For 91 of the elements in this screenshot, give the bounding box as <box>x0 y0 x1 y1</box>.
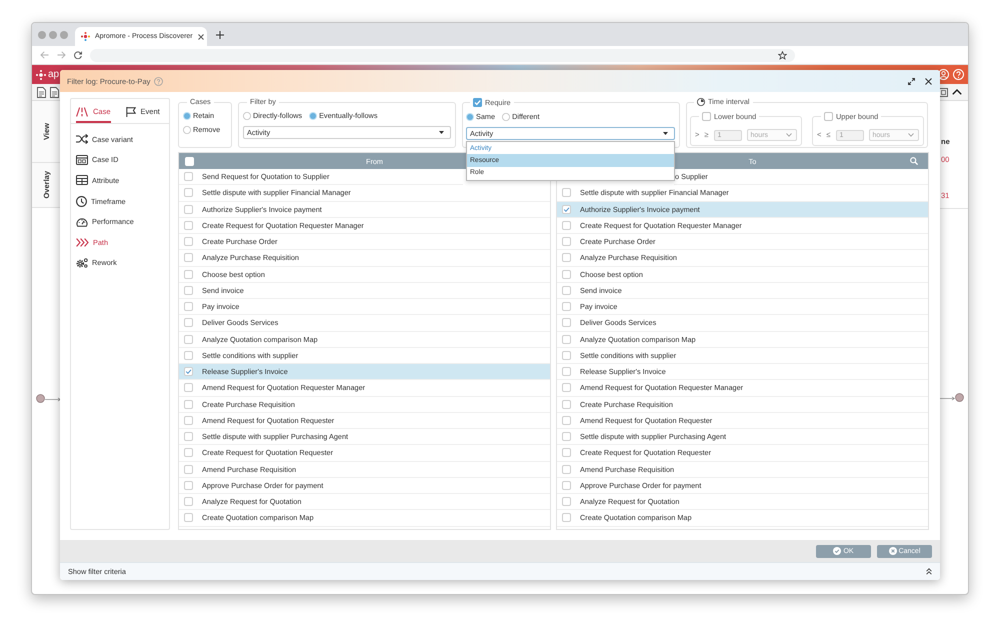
help-icon[interactable] <box>154 76 164 86</box>
clock-icon <box>76 196 87 207</box>
checkbox[interactable] <box>562 286 571 295</box>
checkbox[interactable] <box>184 367 193 376</box>
checkbox[interactable] <box>562 432 571 442</box>
chevron-down-icon <box>786 133 792 137</box>
checkbox[interactable] <box>184 497 193 506</box>
checkbox[interactable] <box>562 204 571 214</box>
checkbox[interactable] <box>184 513 193 522</box>
radio-button[interactable] <box>466 113 474 121</box>
address-field[interactable] <box>90 48 795 62</box>
checkbox[interactable] <box>184 286 193 295</box>
plus-icon[interactable] <box>216 30 224 38</box>
chevron-up-icon[interactable] <box>952 89 962 95</box>
checkbox[interactable] <box>184 416 193 425</box>
checkbox[interactable] <box>184 464 193 474</box>
gears-icon <box>76 258 88 268</box>
reload-icon[interactable] <box>74 51 82 59</box>
checkbox[interactable] <box>184 350 193 360</box>
checkbox[interactable] <box>184 156 194 166</box>
check-circle-icon <box>833 547 842 555</box>
checkbox[interactable] <box>184 302 193 312</box>
chevrons-icon <box>76 238 89 247</box>
checkbox[interactable] <box>562 400 571 409</box>
checkbox[interactable] <box>562 270 571 279</box>
checkbox[interactable] <box>562 334 571 344</box>
checkbox[interactable] <box>184 220 193 230</box>
graph-edge <box>939 396 955 401</box>
radio-button[interactable] <box>502 113 510 121</box>
checkbox[interactable] <box>184 172 193 182</box>
close-icon[interactable] <box>925 78 932 84</box>
radio-button[interactable] <box>183 112 191 120</box>
checkbox[interactable] <box>562 188 571 198</box>
checkbox[interactable] <box>184 188 193 198</box>
graph-node <box>36 394 45 403</box>
checkbox[interactable] <box>562 513 571 522</box>
table-icon <box>76 175 88 186</box>
checkbox[interactable] <box>562 302 571 312</box>
favicon-icon <box>81 32 90 41</box>
checkbox[interactable] <box>184 334 193 344</box>
graph-edge <box>45 397 61 402</box>
checkbox[interactable] <box>184 480 193 490</box>
checkbox[interactable] <box>562 464 571 474</box>
search-icon[interactable] <box>910 157 918 165</box>
flag-icon <box>126 106 136 116</box>
caret-icon <box>439 131 444 134</box>
checkbox[interactable] <box>184 448 193 458</box>
checkbox[interactable] <box>562 237 571 246</box>
radio-button[interactable] <box>309 112 318 120</box>
checkbox[interactable] <box>562 367 571 376</box>
forward-arrow-icon[interactable] <box>57 51 66 59</box>
double-chevron-up-icon[interactable] <box>926 568 932 575</box>
logo-text: ap <box>48 68 60 80</box>
checkbox[interactable] <box>562 416 571 425</box>
document-icon[interactable] <box>37 86 46 98</box>
logo-icon <box>36 70 46 80</box>
graph-node <box>955 393 964 402</box>
star-icon[interactable] <box>778 50 787 60</box>
checkbox[interactable] <box>184 432 193 442</box>
gauge-icon <box>76 216 88 227</box>
checkbox[interactable] <box>184 237 193 246</box>
document-icon[interactable] <box>50 86 59 98</box>
road-icon <box>76 106 88 116</box>
checkbox[interactable] <box>562 383 571 392</box>
checkbox[interactable] <box>184 318 193 328</box>
radio-button[interactable] <box>183 126 191 134</box>
checkbox[interactable] <box>184 400 193 409</box>
checkbox[interactable] <box>184 383 193 392</box>
checkbox[interactable] <box>562 497 571 506</box>
checkbox[interactable] <box>562 318 571 328</box>
user-icon[interactable] <box>938 69 949 80</box>
back-arrow-icon[interactable] <box>40 51 49 59</box>
chevron-down-icon <box>908 133 914 137</box>
checkbox[interactable] <box>562 253 571 262</box>
caret-icon <box>663 132 668 135</box>
shuffle-icon <box>76 134 88 144</box>
panel-icon[interactable] <box>939 88 948 96</box>
checkbox[interactable] <box>562 220 571 230</box>
checkbox[interactable] <box>184 270 193 279</box>
checkbox[interactable] <box>473 98 482 107</box>
close-icon[interactable] <box>198 34 204 40</box>
expand-icon[interactable] <box>908 78 915 84</box>
checkbox[interactable] <box>562 350 571 360</box>
x-circle-icon <box>888 547 897 555</box>
checkbox[interactable] <box>184 204 193 214</box>
checkbox[interactable] <box>184 253 193 262</box>
id-card-icon <box>76 154 88 165</box>
checkbox[interactable] <box>562 480 571 490</box>
clock-icon <box>697 98 705 106</box>
checkbox[interactable] <box>562 448 571 458</box>
radio-button[interactable] <box>243 112 251 120</box>
